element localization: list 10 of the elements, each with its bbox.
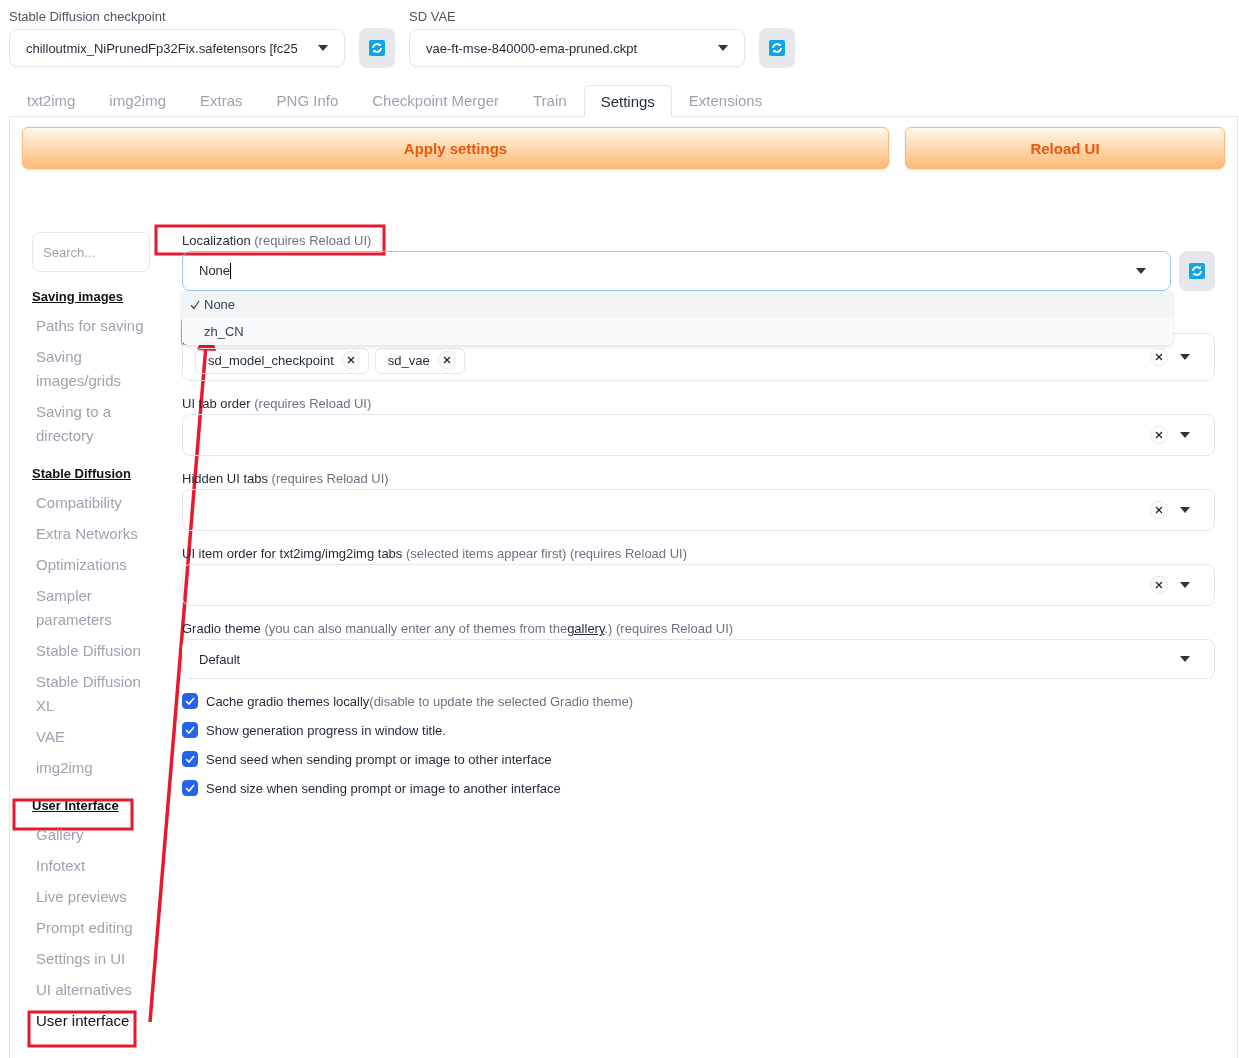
setting-label: Localization (requires Reload UI): [182, 232, 372, 249]
checkbox-label: Cache gradio themes locally(disable to update the selected Gradio theme): [206, 693, 634, 709]
field-label: SD VAE: [409, 9, 457, 25]
checkbox-label: Show generation progress in window title.: [206, 722, 446, 738]
field-label: Stable Diffusion checkpoint: [9, 9, 167, 25]
chip-text: sd_vae: [387, 352, 430, 368]
option-text: None: [204, 297, 236, 312]
checkbox-label: Send size when sending prompt or image to another interface: [206, 780, 561, 796]
checkbox-label: Send seed when sending prompt or image to other interface: [206, 751, 552, 767]
chip-text: sd_model_checkpoint: [208, 352, 334, 368]
